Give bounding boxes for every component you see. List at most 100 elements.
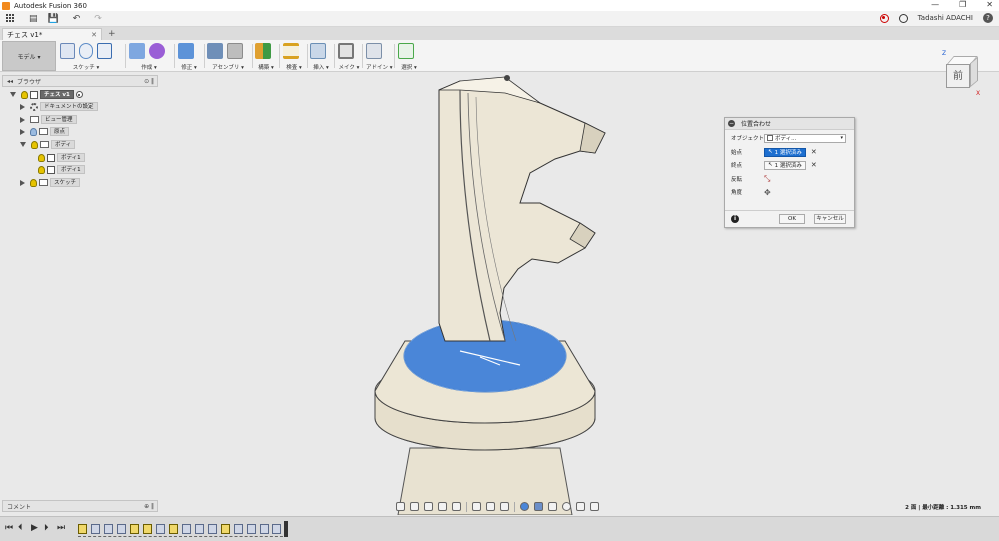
ribbon-group-create[interactable]: 作成 ▾ bbox=[129, 42, 169, 71]
zoom-icon[interactable] bbox=[438, 502, 447, 511]
timeline-feature-revolve[interactable] bbox=[104, 524, 113, 534]
comments-panel-header[interactable]: コメント ⊕ ‖ bbox=[2, 500, 158, 512]
ribbon-group-addins[interactable]: アドイン ▾ bbox=[366, 42, 393, 71]
visual-style-icon[interactable] bbox=[520, 502, 529, 511]
collapse-dialog-icon[interactable]: − bbox=[728, 120, 735, 127]
visibility-bulb-icon[interactable] bbox=[21, 90, 28, 99]
dialog-header[interactable]: − 位置合わせ bbox=[725, 118, 854, 130]
view-cube[interactable]: Z 前 X bbox=[938, 50, 982, 97]
help-icon[interactable]: ? bbox=[983, 13, 993, 23]
tree-node-document-settings[interactable]: ドキュメントの設定 bbox=[20, 101, 98, 112]
chess-knight-model[interactable] bbox=[160, 73, 999, 515]
timeline-feature-extrude[interactable] bbox=[234, 524, 243, 534]
document-tab[interactable]: チェス v1* ✕ bbox=[2, 28, 102, 40]
data-panel-grid-icon[interactable] bbox=[6, 14, 15, 23]
tree-node-body1[interactable]: ボディ1 bbox=[38, 152, 85, 163]
tab-close-icon[interactable]: ✕ bbox=[91, 31, 97, 39]
press-pull-icon[interactable] bbox=[178, 43, 194, 59]
rectangle-icon[interactable] bbox=[97, 43, 113, 59]
form-icon[interactable] bbox=[149, 43, 165, 59]
close-button[interactable]: ✕ bbox=[986, 0, 993, 9]
file-menu-icon[interactable]: ▤ bbox=[29, 14, 38, 24]
select-icon[interactable] bbox=[398, 43, 414, 59]
3d-print-icon[interactable] bbox=[338, 43, 354, 59]
timeline-marker[interactable] bbox=[284, 521, 288, 537]
line-icon[interactable] bbox=[78, 43, 94, 59]
ribbon-group-construct[interactable]: 構築 ▾ bbox=[255, 42, 277, 71]
offset-plane-icon[interactable] bbox=[255, 43, 271, 59]
timeline-feature-sketch[interactable] bbox=[130, 524, 139, 534]
expand-toggle-icon[interactable] bbox=[20, 179, 25, 186]
ribbon-group-modify[interactable]: 修正 ▾ bbox=[178, 42, 200, 71]
shaded-icon[interactable] bbox=[534, 502, 543, 511]
ribbon-group-assemble[interactable]: アセンブリ ▾ bbox=[207, 42, 249, 71]
timeline-feature-sketch[interactable] bbox=[169, 524, 178, 534]
timeline-feature-split[interactable] bbox=[195, 524, 204, 534]
pan-hand-icon[interactable] bbox=[424, 502, 433, 511]
activate-radio-icon[interactable] bbox=[75, 91, 83, 98]
effects-icon[interactable] bbox=[576, 502, 585, 511]
tree-node-origin[interactable]: 原点 bbox=[20, 126, 70, 137]
tree-node-named-views[interactable]: ビュー管理 bbox=[20, 114, 77, 125]
timeline-play-icon[interactable]: ▶ bbox=[31, 523, 38, 533]
display-settings-icon[interactable] bbox=[472, 502, 481, 511]
timeline-feature-sketch[interactable] bbox=[221, 524, 230, 534]
knight-head[interactable] bbox=[438, 80, 606, 342]
look-at-icon[interactable] bbox=[410, 502, 419, 511]
grid-settings-icon[interactable] bbox=[486, 502, 495, 511]
timeline-feature-fillet[interactable] bbox=[117, 524, 126, 534]
workspace-switcher[interactable]: モデル ▾ bbox=[2, 41, 56, 71]
collapse-icon[interactable]: ◂◂ bbox=[7, 78, 13, 85]
timeline-prev-icon[interactable]: ⏴ bbox=[18, 523, 23, 533]
start-select-button[interactable]: ↖ 1 選択済み bbox=[764, 147, 806, 157]
ok-button[interactable]: OK bbox=[779, 214, 805, 224]
timeline-feature-sketch[interactable] bbox=[78, 524, 87, 534]
visibility-bulb-icon[interactable] bbox=[38, 165, 45, 174]
comments-panel-controls[interactable]: ⊕ ‖ bbox=[144, 503, 154, 510]
viewports-icon[interactable] bbox=[500, 502, 509, 511]
visibility-bulb-icon[interactable] bbox=[30, 178, 37, 187]
timeline-feature-combine[interactable] bbox=[247, 524, 256, 534]
scripts-addins-icon[interactable] bbox=[366, 43, 382, 59]
cancel-button[interactable]: キャンセル bbox=[814, 214, 846, 224]
info-icon[interactable]: i bbox=[731, 215, 739, 223]
record-icon[interactable] bbox=[879, 13, 889, 23]
timeline-last-icon[interactable]: ⏭ bbox=[57, 523, 65, 533]
expand-toggle-icon[interactable] bbox=[20, 116, 25, 123]
object-dropdown[interactable]: ボディ... ▾ bbox=[764, 133, 846, 143]
fit-icon[interactable] bbox=[452, 502, 461, 511]
browser-panel-controls[interactable]: ⊙ ‖ bbox=[144, 78, 154, 85]
timeline-feature-extrude[interactable] bbox=[182, 524, 191, 534]
joint-icon[interactable] bbox=[227, 43, 243, 59]
timeline-feature-move[interactable] bbox=[272, 524, 281, 534]
tree-node-root[interactable]: チェス v1 bbox=[10, 89, 83, 100]
environment-icon[interactable] bbox=[562, 502, 571, 511]
redo-icon[interactable]: ↷ bbox=[94, 14, 102, 24]
visibility-bulb-icon[interactable] bbox=[31, 140, 38, 149]
ribbon-group-inspect[interactable]: 検査 ▾ bbox=[283, 42, 305, 71]
minimize-button[interactable]: — bbox=[931, 0, 939, 9]
expand-toggle-icon[interactable] bbox=[20, 142, 26, 147]
expand-toggle-icon[interactable] bbox=[20, 103, 25, 110]
ribbon-group-make[interactable]: メイク ▾ bbox=[338, 42, 360, 71]
tree-node-body1[interactable]: ボディ1 bbox=[38, 164, 85, 175]
measure-icon[interactable] bbox=[283, 43, 299, 59]
end-select-button[interactable]: ↖ 1 選択済み bbox=[764, 160, 806, 170]
3d-viewport[interactable] bbox=[160, 73, 999, 515]
timeline-feature-move[interactable] bbox=[208, 524, 217, 534]
view-cube-front-face[interactable]: 前 bbox=[946, 64, 970, 88]
expand-toggle-icon[interactable] bbox=[20, 128, 25, 135]
user-name[interactable]: Tadashi ADACHI bbox=[918, 14, 973, 22]
clear-end-icon[interactable]: ✕ bbox=[811, 161, 817, 169]
timeline-feature-extrude[interactable] bbox=[91, 524, 100, 534]
insert-image-icon[interactable] bbox=[310, 43, 326, 59]
ribbon-group-sketch[interactable]: スケッチ ▾ bbox=[60, 42, 113, 71]
new-tab-button[interactable]: + bbox=[108, 29, 116, 39]
visibility-bulb-icon[interactable] bbox=[38, 153, 45, 162]
save-icon[interactable]: 💾 bbox=[48, 14, 59, 24]
timeline-feature-align[interactable] bbox=[260, 524, 269, 534]
wireframe-icon[interactable] bbox=[548, 502, 557, 511]
flip-icon[interactable]: ⤡ bbox=[764, 174, 770, 184]
ribbon-group-select[interactable]: 選択 ▾ bbox=[398, 42, 420, 71]
tree-node-bodies[interactable]: ボディ bbox=[20, 139, 76, 150]
